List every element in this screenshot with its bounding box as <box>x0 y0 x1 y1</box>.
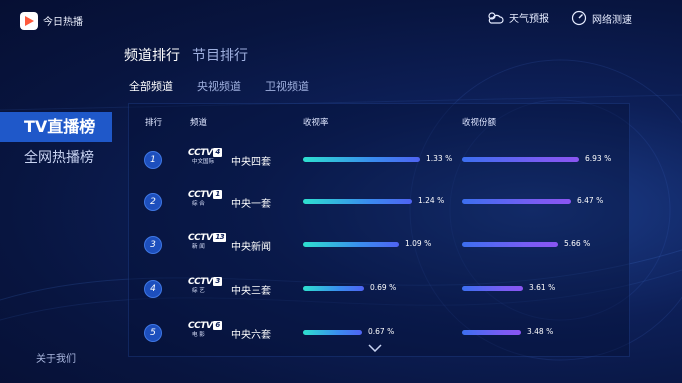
channel-name: 中央一套 <box>231 199 271 210</box>
channel-name: 中央新闻 <box>231 242 271 253</box>
header-share: 收视份额 <box>462 118 497 128</box>
rating-bar <box>303 330 362 335</box>
subtab-cctv-channels[interactable]: 央视频道 <box>197 78 241 94</box>
rank-badge: 5 <box>144 324 162 342</box>
subtab-all-channels[interactable]: 全部频道 <box>129 78 173 94</box>
rating-bar <box>303 286 364 291</box>
sidebar-item-tv-live[interactable]: TV直播榜 <box>0 112 112 142</box>
channel-logo-text: CCTV <box>188 321 213 331</box>
channel-logo-text: CCTV <box>188 190 213 200</box>
channel-logo-subtitle: 综 艺 <box>192 288 205 294</box>
app-logo <box>20 12 38 30</box>
channel-logo-subtitle: 综 合 <box>192 201 205 207</box>
share-bar <box>462 330 521 335</box>
share-bar <box>462 199 571 204</box>
channel-logo-number: 3 <box>213 277 222 286</box>
rating-value: 1.24 % <box>418 196 445 205</box>
rank-badge: 1 <box>144 151 162 169</box>
channel-logo: CCTV 1 综 合 <box>188 190 226 212</box>
rating-value: 1.09 % <box>405 239 432 248</box>
header-channel: 频道 <box>190 118 208 128</box>
weather-label: 天气预报 <box>509 14 549 25</box>
channel-logo-text: CCTV <box>188 277 213 287</box>
ranking-table <box>128 103 630 357</box>
play-logo-icon <box>25 16 34 26</box>
share-bar <box>462 157 579 162</box>
channel-logo-text: CCTV <box>188 148 213 158</box>
table-row[interactable]: 1 CCTV 4 中文国际 中央四套 1.33 % 6.93 % <box>128 147 628 187</box>
share-value: 5.66 % <box>564 239 591 248</box>
share-value: 6.93 % <box>585 154 612 163</box>
channel-logo: CCTV 4 中文国际 <box>188 148 226 170</box>
share-bar <box>462 242 558 247</box>
share-value: 3.61 % <box>529 283 556 292</box>
header-rating: 收视率 <box>303 118 329 128</box>
channel-logo-subtitle: 中文国际 <box>192 159 215 165</box>
weather-button[interactable]: 天气预报 <box>487 10 549 25</box>
channel-logo-number: 4 <box>213 148 222 157</box>
rating-value: 0.69 % <box>370 283 397 292</box>
rating-bar <box>303 157 420 162</box>
network-test-label: 网络测速 <box>592 14 632 26</box>
app-title: 今日热播 <box>43 17 83 28</box>
rank-badge: 3 <box>144 236 162 254</box>
channel-logo-text: CCTV <box>188 233 213 243</box>
rating-value: 0.67 % <box>368 327 395 336</box>
network-test-button[interactable]: 网络测速 <box>571 10 632 26</box>
share-value: 6.47 % <box>577 196 604 205</box>
rank-badge: 4 <box>144 280 162 298</box>
subtab-satellite-channels[interactable]: 卫视频道 <box>265 78 309 94</box>
about-us-link[interactable]: 关于我们 <box>36 350 76 365</box>
channel-logo-number: 1 <box>213 190 222 199</box>
rating-value: 1.33 % <box>426 154 453 163</box>
rating-bar <box>303 199 412 204</box>
channel-logo-number: 13 <box>213 233 227 242</box>
channel-logo: CCTV 6 电 影 <box>188 321 226 343</box>
table-row[interactable]: 5 CCTV 6 电 影 中央六套 0.67 % 3.48 % <box>128 320 628 360</box>
share-value: 3.48 % <box>527 327 554 336</box>
share-bar <box>462 286 523 291</box>
channel-logo-subtitle: 新 闻 <box>192 244 205 250</box>
chevron-down-icon[interactable] <box>368 344 382 352</box>
header-rank: 排行 <box>145 118 163 128</box>
speedometer-icon <box>571 10 587 26</box>
weather-icon <box>488 12 504 24</box>
table-row[interactable]: 4 CCTV 3 综 艺 中央三套 0.69 % 3.61 % <box>128 276 628 316</box>
rating-bar <box>303 242 399 247</box>
table-row[interactable]: 2 CCTV 1 综 合 中央一套 1.24 % 6.47 % <box>128 189 628 229</box>
channel-logo-number: 6 <box>213 321 222 330</box>
channel-logo-subtitle: 电 影 <box>192 332 205 338</box>
channel-name: 中央四套 <box>231 157 271 168</box>
channel-logo: CCTV 13 新 闻 <box>188 233 227 255</box>
sidebar-item-web-hot[interactable]: 全网热播榜 <box>0 143 112 173</box>
tab-channel-ranking[interactable]: 频道排行 <box>124 45 180 65</box>
table-row[interactable]: 3 CCTV 13 新 闻 中央新闻 1.09 % 5.66 % <box>128 232 628 272</box>
channel-name: 中央六套 <box>231 330 271 341</box>
rank-badge: 2 <box>144 193 162 211</box>
channel-logo: CCTV 3 综 艺 <box>188 277 226 299</box>
channel-name: 中央三套 <box>231 286 271 297</box>
tab-program-ranking[interactable]: 节目排行 <box>192 45 248 65</box>
